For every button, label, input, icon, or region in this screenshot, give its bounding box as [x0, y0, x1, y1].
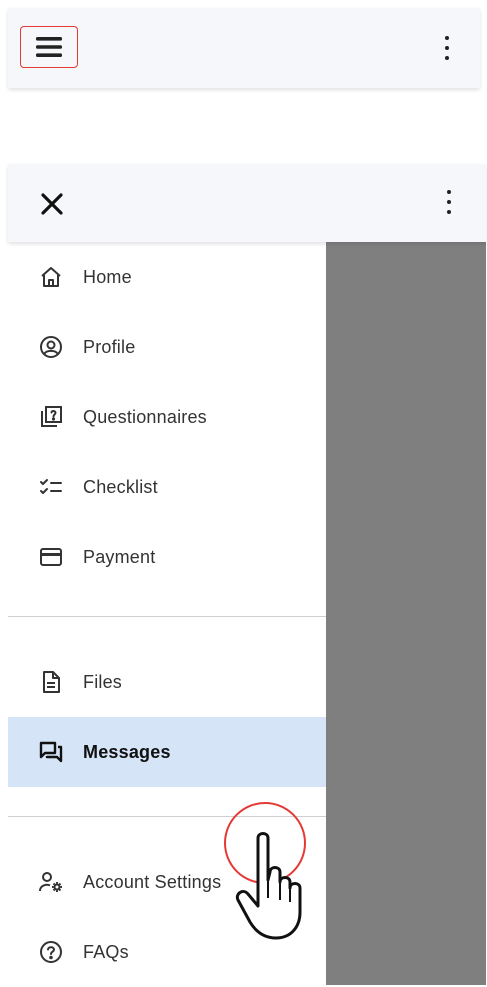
- scrim-overlay[interactable]: [326, 242, 486, 985]
- nav-item-label: Account Settings: [83, 871, 222, 892]
- page-content: [18, 100, 470, 128]
- nav-item-label: Profile: [83, 336, 136, 357]
- home-icon: [38, 264, 64, 290]
- nav-item-messages[interactable]: Messages: [8, 717, 326, 787]
- nav-item-payment[interactable]: Payment: [8, 522, 326, 592]
- profile-icon: [38, 334, 64, 360]
- nav-item-checklist[interactable]: Checklist: [8, 452, 326, 522]
- checklist-icon: [38, 474, 64, 500]
- hamburger-icon: [36, 37, 62, 57]
- dot: [445, 36, 449, 40]
- dot: [447, 200, 451, 204]
- drawer-open-frame: Home Profile Questionnaires Checklist Pa…: [8, 164, 486, 985]
- more-options-button[interactable]: [442, 36, 452, 60]
- messages-icon: [38, 739, 64, 765]
- closed-state-frame: [8, 8, 480, 128]
- nav-item-label: Home: [83, 266, 132, 287]
- nav-item-files[interactable]: Files: [8, 647, 326, 717]
- nav-divider: [8, 616, 326, 617]
- dot: [447, 210, 451, 214]
- nav-item-label: Files: [83, 671, 123, 692]
- questionnaire-icon: [38, 404, 64, 430]
- nav-item-label: Questionnaires: [83, 406, 207, 427]
- nav-item-label: Payment: [83, 546, 156, 567]
- dot: [445, 46, 449, 50]
- nav-item-label: Messages: [83, 741, 171, 762]
- menu-button[interactable]: [20, 26, 78, 68]
- file-icon: [38, 669, 64, 695]
- help-circle-icon: [38, 939, 64, 965]
- account-settings-icon: [38, 869, 64, 895]
- nav-item-label: FAQs: [83, 941, 129, 962]
- credit-card-icon: [38, 544, 64, 570]
- nav-item-questionnaires[interactable]: Questionnaires: [8, 382, 326, 452]
- navigation-drawer: Home Profile Questionnaires Checklist Pa…: [8, 242, 326, 985]
- nav-item-home[interactable]: Home: [8, 242, 326, 312]
- more-options-button[interactable]: [444, 190, 454, 214]
- nav-item-profile[interactable]: Profile: [8, 312, 326, 382]
- close-icon[interactable]: [36, 188, 68, 220]
- pointer-hand-icon: [235, 832, 302, 940]
- app-bar: [8, 8, 480, 88]
- app-bar: [8, 164, 486, 242]
- nav-item-label: Checklist: [83, 476, 158, 497]
- dot: [445, 56, 449, 60]
- dot: [447, 190, 451, 194]
